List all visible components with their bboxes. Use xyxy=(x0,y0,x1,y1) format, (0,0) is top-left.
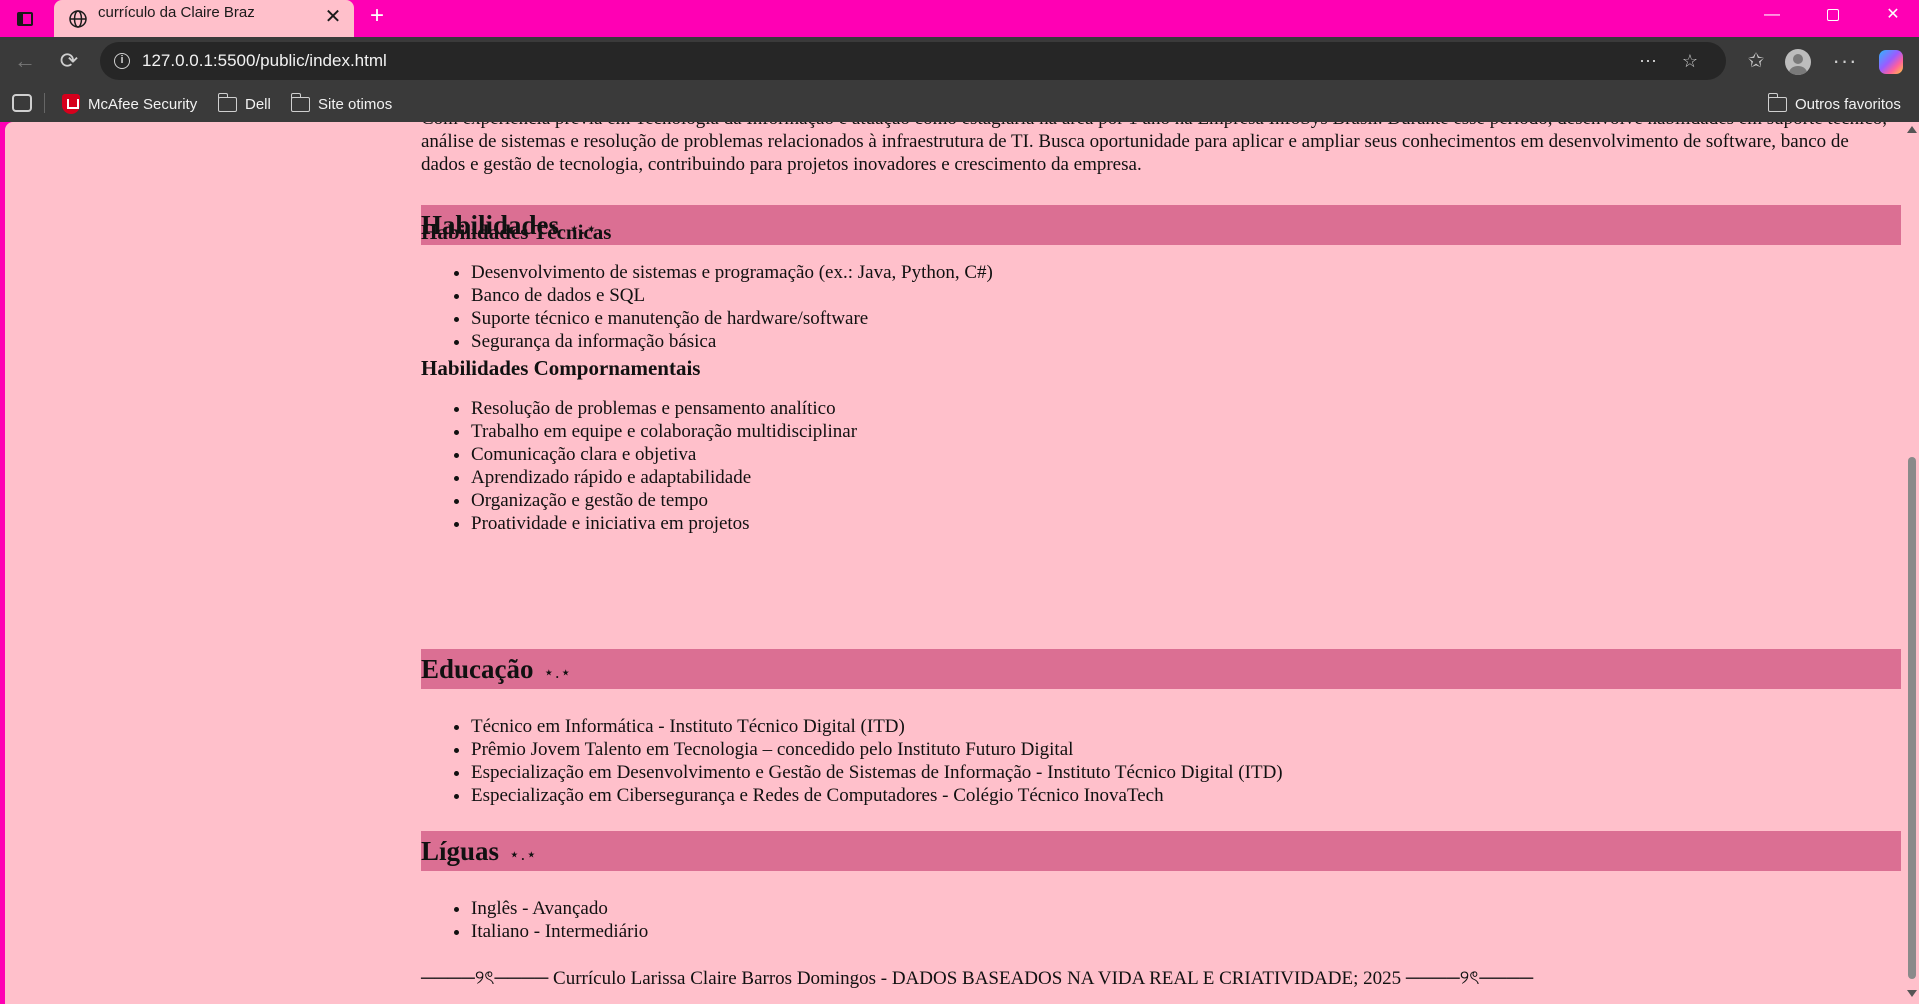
tab-actions-button[interactable] xyxy=(12,6,38,32)
bookmarks-bar: McAfee Security Dell Site otimos Outros … xyxy=(0,85,1919,122)
scroll-up-icon[interactable] xyxy=(1907,126,1917,133)
folder-icon xyxy=(217,92,237,112)
list-item: Proatividade e iniciativa em projetos xyxy=(471,512,857,535)
subheading-habilidades-comportamentais: Habilidades Compornamentais xyxy=(421,356,701,380)
bookmark-mcafee[interactable]: McAfee Security xyxy=(62,93,197,115)
bookmark-label: McAfee Security xyxy=(88,95,198,113)
reload-button[interactable]: ⟳ xyxy=(54,46,84,76)
bookmarks-divider xyxy=(44,93,45,113)
list-item: Suporte técnico e manutenção de hardware… xyxy=(471,307,993,330)
back-button[interactable]: ← xyxy=(10,46,40,76)
sparkle-icon: ⋆.⋆ xyxy=(509,845,538,864)
mcafee-icon xyxy=(62,94,80,114)
globe-icon xyxy=(69,10,87,28)
new-tab-button[interactable]: + xyxy=(362,2,392,32)
section-heading-educacao: Educação ⋆.⋆ xyxy=(421,649,1901,689)
section-title: Educação xyxy=(421,654,534,684)
page-footer: ────୨ৎ──── Currículo Larissa Claire Barr… xyxy=(421,968,1534,989)
maximize-button[interactable] xyxy=(1810,0,1856,30)
page-viewport: Com experiência prévia em Tecnologia da … xyxy=(5,122,1919,1004)
copilot-button[interactable] xyxy=(1876,46,1906,76)
restore-icon xyxy=(1827,8,1839,21)
collections-icon[interactable] xyxy=(12,94,32,112)
list-item: Aprendizado rápido e adaptabilidade xyxy=(471,466,857,489)
intro-paragraph: Com experiência prévia em Tecnologia da … xyxy=(421,122,1887,175)
list-item: Especialização em Cibersegurança e Redes… xyxy=(471,784,1283,807)
technical-skills-list: Desenvolvimento de sistemas e programaçã… xyxy=(471,261,993,353)
scroll-down-icon[interactable] xyxy=(1907,990,1917,997)
list-item: Segurança da informação básica xyxy=(471,330,993,353)
list-item: Banco de dados e SQL xyxy=(471,284,993,307)
minimize-button[interactable]: — xyxy=(1749,0,1795,30)
close-window-button[interactable]: ✕ xyxy=(1870,0,1916,30)
list-item: Prêmio Jovem Talento em Tecnologia – con… xyxy=(471,738,1283,761)
list-item: Italiano - Intermediário xyxy=(471,920,648,943)
folder-icon xyxy=(1767,92,1787,112)
favorites-icon[interactable]: ✩ xyxy=(1741,46,1771,76)
tab-active[interactable]: currículo da Claire Braz ✕ xyxy=(54,0,354,37)
address-bar[interactable]: i 127.0.0.1:5500/public/index.html ⋯ ☆ xyxy=(100,42,1726,80)
bookmark-label: Dell xyxy=(245,95,271,113)
tab-title: currículo da Claire Braz xyxy=(98,4,255,21)
section-heading-habilidades: Habilidades ⋆.⋆ xyxy=(421,205,1901,245)
settings-menu-icon[interactable]: ··· xyxy=(1830,46,1860,76)
tab-actions-icon xyxy=(17,12,33,26)
browser-toolbar: ← ⟳ i 127.0.0.1:5500/public/index.html ⋯… xyxy=(0,37,1919,85)
tab-strip: currículo da Claire Braz ✕ + — ✕ xyxy=(0,0,1919,37)
subheading-habilidades-tecnicas: Habilidades Técnicas xyxy=(421,220,612,244)
immersive-reader-icon[interactable]: ⋯ xyxy=(1636,49,1660,73)
bookmark-folder-outros-favoritos[interactable]: Outros favoritos xyxy=(1767,92,1901,115)
add-favorite-icon[interactable]: ☆ xyxy=(1678,49,1702,73)
close-tab-icon[interactable]: ✕ xyxy=(322,6,344,28)
list-item: Especialização em Desenvolvimento e Gest… xyxy=(471,761,1283,784)
profile-button[interactable] xyxy=(1783,46,1813,76)
section-title: Líguas xyxy=(421,836,500,866)
languages-list: Inglês - Avançado Italiano - Intermediár… xyxy=(471,897,648,943)
section-heading-linguas: Líguas ⋆.⋆ xyxy=(421,831,1901,871)
bookmark-label: Site otimos xyxy=(318,95,393,113)
sparkle-icon: ⋆.⋆ xyxy=(543,663,573,682)
list-item: Desenvolvimento de sistemas e programaçã… xyxy=(471,261,993,284)
list-item: Técnico em Informática - Instituto Técni… xyxy=(471,715,1283,738)
list-item: Comunicação clara e objetiva xyxy=(471,443,857,466)
list-item: Inglês - Avançado xyxy=(471,897,648,920)
url-text[interactable]: 127.0.0.1:5500/public/index.html xyxy=(142,51,387,71)
behavioral-skills-list: Resolução de problemas e pensamento anal… xyxy=(471,397,857,535)
bookmark-folder-site-otimos[interactable]: Site otimos xyxy=(290,92,393,115)
list-item: Resolução de problemas e pensamento anal… xyxy=(471,397,857,420)
copilot-icon xyxy=(1879,49,1903,74)
scrollbar-thumb[interactable] xyxy=(1908,457,1916,979)
education-list: Técnico em Informática - Instituto Técni… xyxy=(471,715,1283,807)
bookmark-label: Outros favoritos xyxy=(1795,95,1901,113)
vertical-scrollbar[interactable] xyxy=(1904,122,1919,1004)
site-info-icon[interactable]: i xyxy=(114,53,130,69)
list-item: Organização e gestão de tempo xyxy=(471,489,857,512)
list-item: Trabalho em equipe e colaboração multidi… xyxy=(471,420,857,443)
avatar-icon xyxy=(1785,48,1811,75)
folder-icon xyxy=(290,92,310,112)
bookmark-folder-dell[interactable]: Dell xyxy=(217,92,271,115)
